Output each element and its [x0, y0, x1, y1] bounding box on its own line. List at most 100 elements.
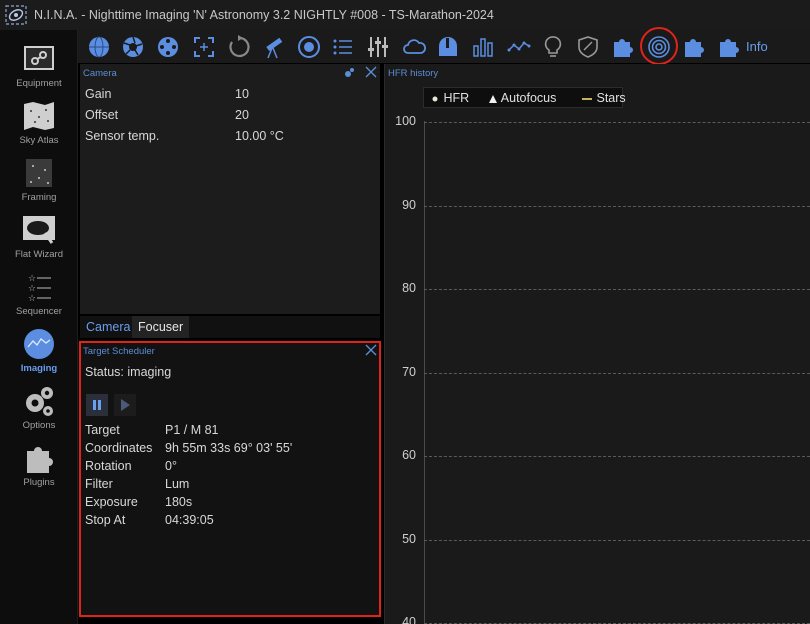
legend-autofocus-marker: [489, 94, 497, 103]
sidebar-item-plugins[interactable]: Plugins: [0, 437, 78, 494]
gridline: [424, 205, 810, 207]
gridline: [424, 456, 810, 457]
sidebar-item-sequencer[interactable]: ☆ ☆ ☆ Sequencer: [0, 266, 78, 323]
filter-label: Filter: [85, 477, 113, 491]
exposure-value: 180s: [165, 495, 193, 509]
bulb-icon[interactable]: [540, 34, 566, 60]
coordinates-label: Coordinates: [85, 441, 153, 455]
panel-title: Target Scheduler: [83, 346, 155, 357]
settings-icon[interactable]: [343, 67, 355, 79]
filter-wheel-icon[interactable]: [155, 34, 181, 60]
puzzle-icon-2[interactable]: [681, 34, 707, 60]
info-label[interactable]: Info: [746, 39, 768, 54]
gain-label: Gain: [85, 87, 112, 101]
sidebar-item-equipment[interactable]: Equipment: [0, 38, 78, 95]
puzzle-icon: [27, 447, 53, 473]
play-button[interactable]: [114, 394, 136, 416]
status-text: Status: imaging: [85, 365, 172, 379]
gain-value: 10: [235, 87, 249, 101]
legend-hfr-label: HFR: [443, 91, 470, 105]
title-bar: N.I.N.A. - Nighttime Imaging 'N' Astrono…: [0, 0, 810, 30]
panel-title: Camera: [83, 68, 117, 79]
gridline: [424, 539, 810, 541]
target-scheduler-highlight: [640, 27, 678, 65]
hfr-graph-icon[interactable]: [506, 34, 532, 60]
sidebar-item-label: Flat Wizard: [14, 249, 64, 260]
telescope-plug-icon: [24, 46, 54, 70]
legend-hfr[interactable]: HFR: [430, 91, 469, 105]
close-icon[interactable]: [365, 66, 377, 78]
sidebar-item-framing[interactable]: Framing: [0, 152, 78, 209]
window-title: N.I.N.A. - Nighttime Imaging 'N' Astrono…: [34, 8, 494, 22]
sequencer-icon: ☆ ☆ ☆: [28, 274, 51, 304]
legend-stars[interactable]: Stars: [581, 91, 626, 105]
play-icon: [121, 399, 130, 411]
target-value: P1 / M 81: [165, 423, 219, 437]
gridline: [424, 289, 810, 290]
sidebar-item-sky-atlas[interactable]: Sky Atlas: [0, 95, 78, 152]
rotation-label: Rotation: [85, 459, 132, 473]
sidebar: Equipment Sky Atlas Framing Flat Wizard …: [0, 30, 78, 624]
rotation-value: 0°: [165, 459, 177, 473]
stop-at-value: 04:39:05: [165, 513, 214, 527]
camera-panel: Camera Gain 10 Offset 20 Sensor temp. 10…: [80, 64, 380, 314]
panel-title: HFR history: [388, 68, 439, 79]
y-tick-label: 40: [402, 615, 416, 624]
sidebar-item-label: Sky Atlas: [19, 135, 59, 146]
target-scheduler-panel: Target Scheduler Status: imaging Target …: [79, 341, 381, 617]
panel-tabs: Camera Focuser: [80, 316, 380, 338]
sidebar-item-label: Equipment: [16, 78, 62, 89]
sequence-list-icon[interactable]: [330, 34, 356, 60]
sidebar-item-label: Framing: [21, 192, 57, 203]
chart-legend: HFR Autofocus Stars: [423, 87, 626, 108]
pause-button[interactable]: [86, 394, 108, 416]
tab-camera[interactable]: Camera: [80, 316, 136, 338]
y-tick-label: 50: [402, 531, 416, 546]
globe-icon[interactable]: [86, 34, 112, 60]
framing-icon: [26, 159, 52, 187]
guider-icon[interactable]: [296, 34, 322, 60]
gridline: [424, 372, 810, 374]
aperture-icon[interactable]: [120, 34, 146, 60]
sidebar-item-imaging[interactable]: Imaging: [0, 323, 78, 380]
stop-at-label: Stop At: [85, 513, 126, 527]
tab-focuser[interactable]: Focuser: [132, 316, 190, 338]
target-label: Target: [85, 423, 120, 437]
y-tick-label: 100: [395, 114, 416, 128]
sliders-icon[interactable]: [365, 34, 391, 60]
svg-text:☆: ☆: [28, 294, 36, 304]
legend-autofocus[interactable]: Autofocus: [488, 91, 556, 105]
exposure-label: Exposure: [85, 495, 138, 509]
filter-value: Lum: [165, 477, 190, 491]
sidebar-item-label: Plugins: [23, 477, 55, 488]
svg-text:☆: ☆: [28, 284, 36, 294]
svg-text:☆: ☆: [28, 274, 36, 284]
shield-icon[interactable]: [575, 34, 601, 60]
gears-icon: [26, 387, 53, 416]
pause-icon: [93, 400, 101, 410]
focus-frame-icon[interactable]: [191, 34, 217, 60]
sidebar-item-label: Imaging: [20, 363, 58, 374]
sidebar-item-flat-wizard[interactable]: Flat Wizard: [0, 209, 78, 266]
observatory-icon[interactable]: [435, 34, 461, 60]
sensor-temp-value: 10.00 °C: [235, 129, 284, 143]
histogram-icon[interactable]: [470, 34, 496, 60]
y-tick-label: 80: [402, 281, 416, 295]
puzzle-icon[interactable]: [610, 34, 636, 60]
y-tick-label: 70: [402, 364, 416, 379]
gridline: [424, 122, 810, 123]
close-icon[interactable]: [365, 344, 377, 356]
legend-stars-label: Stars: [596, 91, 626, 105]
cloud-icon[interactable]: [401, 34, 427, 60]
coordinates-value: 9h 55m 33s 69° 03' 55': [165, 441, 293, 455]
legend-stars-marker: [582, 97, 592, 100]
puzzle-info-icon[interactable]: [716, 34, 742, 60]
rotator-icon[interactable]: [226, 34, 252, 60]
star-map-icon: [24, 102, 54, 130]
legend-hfr-marker: [432, 96, 438, 102]
sidebar-item-options[interactable]: Options: [0, 380, 78, 437]
telescope-icon[interactable]: [260, 34, 286, 60]
nina-logo-icon: [5, 5, 27, 25]
offset-label: Offset: [85, 108, 119, 122]
sidebar-item-label: Options: [22, 420, 56, 431]
